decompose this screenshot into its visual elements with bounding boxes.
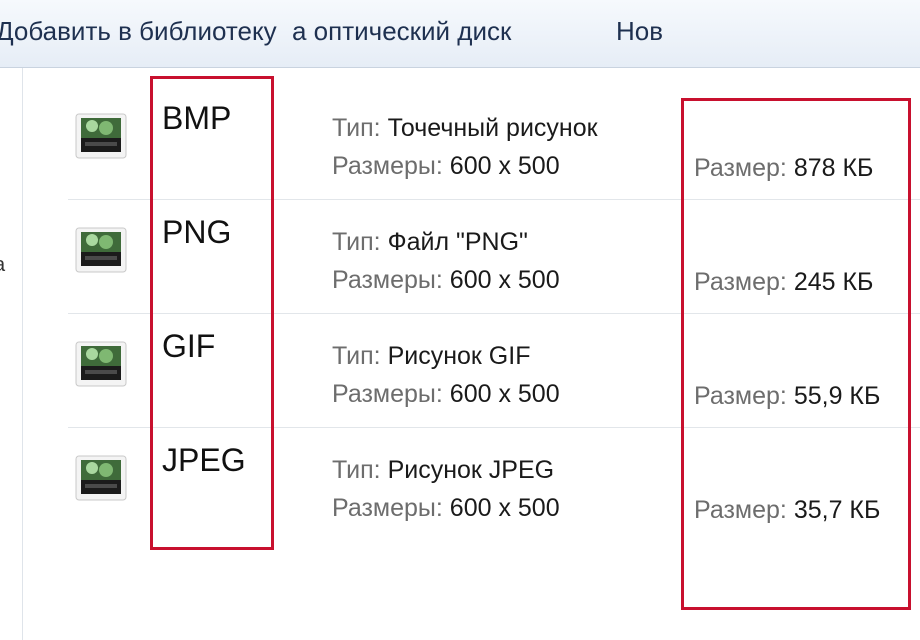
size-label: Размер: <box>694 382 794 410</box>
add-to-library-button[interactable]: Добавить в библиотеку <box>0 16 277 47</box>
file-name: JPEG <box>162 442 246 478</box>
file-name: BMP <box>162 100 232 136</box>
dimensions-value: 600 x 500 <box>449 266 560 294</box>
type-value: Точечный рисунок <box>387 114 598 142</box>
type-value: Рисунок JPEG <box>387 456 555 484</box>
file-type: Тип: Файл "PNG" <box>332 228 528 257</box>
file-type: Тип: Рисунок JPEG <box>332 456 554 485</box>
size-value: 35,7 КБ <box>793 496 881 524</box>
file-name: PNG <box>162 214 232 250</box>
file-dimensions: Размеры: 600 x 500 <box>332 266 560 295</box>
type-label: Тип: <box>332 456 388 484</box>
size-value: 245 КБ <box>793 268 874 296</box>
burn-disc-button[interactable]: а оптический диск <box>292 16 511 47</box>
file-name: GIF <box>162 328 216 364</box>
type-value: Рисунок GIF <box>387 342 531 370</box>
type-label: Тип: <box>332 114 388 142</box>
file-size: Размер: 35,7 КБ <box>694 496 880 525</box>
dimensions-label: Размеры: <box>332 494 450 522</box>
new-folder-button[interactable]: Нов <box>616 16 663 47</box>
dimensions-value: 600 x 500 <box>449 152 560 180</box>
file-size: Размер: 245 КБ <box>694 268 873 297</box>
file-size: Размер: 878 КБ <box>694 154 873 183</box>
size-value: 878 КБ <box>793 154 874 182</box>
file-type: Тип: Рисунок GIF <box>332 342 530 371</box>
type-label: Тип: <box>332 228 388 256</box>
type-value: Файл "PNG" <box>387 228 528 256</box>
file-dimensions: Размеры: 600 x 500 <box>332 380 560 409</box>
image-file-icon <box>75 455 127 501</box>
dimensions-label: Размеры: <box>332 380 450 408</box>
dimensions-value: 600 x 500 <box>449 494 560 522</box>
file-row-bmp[interactable]: BMP Тип: Точечный рисунок Размеры: 600 x… <box>68 86 920 200</box>
size-label: Размер: <box>694 268 794 296</box>
file-type: Тип: Точечный рисунок <box>332 114 598 143</box>
size-label: Размер: <box>694 154 794 182</box>
navigation-pane-edge <box>22 68 23 640</box>
size-label: Размер: <box>694 496 794 524</box>
dimensions-value: 600 x 500 <box>449 380 560 408</box>
file-row-png[interactable]: PNG Тип: Файл "PNG" Размеры: 600 x 500 Р… <box>68 200 920 314</box>
image-file-icon <box>75 113 127 159</box>
navigation-pane-text: а <box>0 254 5 277</box>
size-value: 55,9 КБ <box>793 382 881 410</box>
file-row-gif[interactable]: GIF Тип: Рисунок GIF Размеры: 600 x 500 … <box>68 314 920 428</box>
dimensions-label: Размеры: <box>332 152 450 180</box>
dimensions-label: Размеры: <box>332 266 450 294</box>
image-file-icon <box>75 227 127 273</box>
file-size: Размер: 55,9 КБ <box>694 382 880 411</box>
command-bar: Добавить в библиотеку а оптический диск … <box>0 0 920 68</box>
file-dimensions: Размеры: 600 x 500 <box>332 494 560 523</box>
file-dimensions: Размеры: 600 x 500 <box>332 152 560 181</box>
type-label: Тип: <box>332 342 388 370</box>
image-file-icon <box>75 341 127 387</box>
file-row-jpeg[interactable]: JPEG Тип: Рисунок JPEG Размеры: 600 x 50… <box>68 428 920 542</box>
